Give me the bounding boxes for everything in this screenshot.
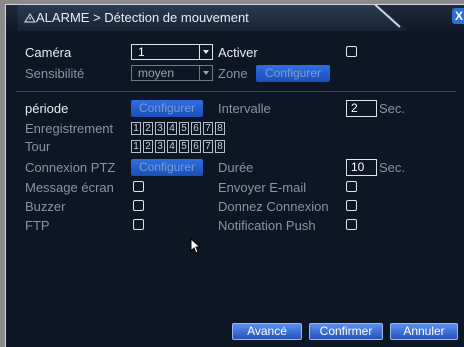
zone-label: Zone <box>218 66 248 81</box>
interval-unit: Sec. <box>379 101 406 116</box>
motion-detection-window: ALARME > Détection de mouvement X Caméra… <box>5 4 464 347</box>
recording-channel-4[interactable]: 4 <box>167 122 177 135</box>
tour-channels: 1 2 3 4 5 6 7 8 <box>131 140 225 154</box>
recording-channel-6[interactable]: 6 <box>191 122 201 135</box>
zone-configure-button[interactable]: Configurer <box>256 65 330 82</box>
duration-unit: Sec. <box>379 160 406 175</box>
send-email-label: Envoyer E-mail <box>218 180 307 195</box>
duration-label: Durée <box>218 160 254 175</box>
tour-channel-2[interactable]: 2 <box>143 140 153 153</box>
recording-channel-7[interactable]: 7 <box>203 122 213 135</box>
period-configure-button[interactable]: Configurer <box>131 100 203 117</box>
interval-input[interactable]: 2 <box>346 100 377 117</box>
camera-value: 1 <box>138 45 145 59</box>
screen-message-checkbox[interactable] <box>133 181 144 192</box>
period-label: période <box>25 101 69 116</box>
screen-message-label: Message écran <box>25 180 114 195</box>
tour-channel-5[interactable]: 5 <box>179 140 189 153</box>
buzzer-checkbox[interactable] <box>133 200 144 211</box>
mouse-cursor-icon <box>190 238 200 254</box>
tour-channel-1[interactable]: 1 <box>131 140 141 153</box>
chevron-down-icon <box>199 45 212 59</box>
cancel-button[interactable]: Annuler <box>390 323 458 340</box>
send-email-checkbox[interactable] <box>346 181 357 192</box>
give-connection-checkbox[interactable] <box>346 200 357 211</box>
tour-channel-6[interactable]: 6 <box>191 140 201 153</box>
sensitivity-select[interactable]: moyen <box>131 65 213 81</box>
buzzer-label: Buzzer <box>25 199 66 214</box>
recording-channels: 1 2 3 4 5 6 7 8 <box>131 122 225 136</box>
activate-checkbox[interactable] <box>346 46 357 57</box>
advanced-button[interactable]: Avancé <box>232 323 302 340</box>
push-notification-checkbox[interactable] <box>346 219 357 230</box>
recording-channel-3[interactable]: 3 <box>155 122 165 135</box>
sensitivity-label: Sensibilité <box>25 66 85 81</box>
tour-channel-4[interactable]: 4 <box>167 140 177 153</box>
ftp-checkbox[interactable] <box>133 219 144 230</box>
alarm-icon <box>24 12 36 23</box>
recording-channel-1[interactable]: 1 <box>131 122 141 135</box>
recording-label: Enregistrement <box>25 121 114 136</box>
duration-input[interactable]: 10 <box>346 159 377 176</box>
window-title: ALARME > Détection de mouvement <box>36 10 249 25</box>
chevron-down-icon <box>199 66 212 80</box>
tour-label: Tour <box>25 139 51 154</box>
separator <box>16 91 456 92</box>
camera-select[interactable]: 1 <box>131 44 213 60</box>
ptz-configure-button[interactable]: Configurer <box>131 159 203 176</box>
activate-label: Activer <box>218 45 258 60</box>
recording-channel-8[interactable]: 8 <box>215 122 225 135</box>
recording-channel-5[interactable]: 5 <box>179 122 189 135</box>
camera-label: Caméra <box>25 45 72 60</box>
give-connection-label: Donnez Connexion <box>218 199 329 214</box>
close-button[interactable]: X <box>452 8 464 24</box>
tour-channel-3[interactable]: 3 <box>155 140 165 153</box>
sensitivity-value: moyen <box>138 66 175 80</box>
recording-channel-2[interactable]: 2 <box>143 122 153 135</box>
title-bar: ALARME > Détection de mouvement X <box>6 5 464 32</box>
ftp-label: FTP <box>25 218 50 233</box>
ptz-label: Connexion PTZ <box>25 160 116 175</box>
confirm-button[interactable]: Confirmer <box>309 323 383 340</box>
tour-channel-8[interactable]: 8 <box>215 140 225 153</box>
interval-label: Intervalle <box>218 101 271 116</box>
push-notification-label: Notification Push <box>218 218 316 233</box>
tour-channel-7[interactable]: 7 <box>203 140 213 153</box>
